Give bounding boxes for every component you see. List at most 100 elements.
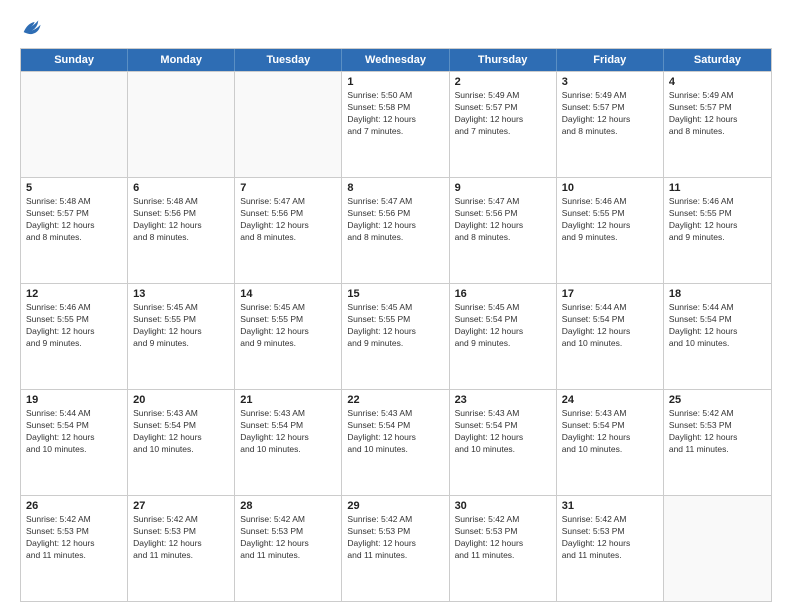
day-cell-5: 5 Sunrise: 5:48 AM Sunset: 5:57 PM Daylig… [21, 178, 128, 283]
day-info: Sunrise: 5:42 AM Sunset: 5:53 PM Dayligh… [455, 514, 551, 562]
day-info: Sunrise: 5:48 AM Sunset: 5:57 PM Dayligh… [26, 196, 122, 244]
day-info: Sunrise: 5:44 AM Sunset: 5:54 PM Dayligh… [669, 302, 766, 350]
day-info: Sunrise: 5:42 AM Sunset: 5:53 PM Dayligh… [347, 514, 443, 562]
day-cell-7: 7 Sunrise: 5:47 AM Sunset: 5:56 PM Daylig… [235, 178, 342, 283]
day-number: 4 [669, 76, 766, 88]
empty-cell-4-6 [664, 496, 771, 601]
day-cell-18: 18 Sunrise: 5:44 AM Sunset: 5:54 PM Dayli… [664, 284, 771, 389]
calendar-row-0: 1 Sunrise: 5:50 AM Sunset: 5:58 PM Daylig… [21, 71, 771, 177]
day-number: 18 [669, 288, 766, 300]
day-number: 9 [455, 182, 551, 194]
day-number: 28 [240, 500, 336, 512]
day-info: Sunrise: 5:43 AM Sunset: 5:54 PM Dayligh… [240, 408, 336, 456]
day-cell-20: 20 Sunrise: 5:43 AM Sunset: 5:54 PM Dayli… [128, 390, 235, 495]
day-info: Sunrise: 5:45 AM Sunset: 5:55 PM Dayligh… [347, 302, 443, 350]
day-info: Sunrise: 5:49 AM Sunset: 5:57 PM Dayligh… [669, 90, 766, 138]
day-info: Sunrise: 5:45 AM Sunset: 5:54 PM Dayligh… [455, 302, 551, 350]
day-info: Sunrise: 5:43 AM Sunset: 5:54 PM Dayligh… [133, 408, 229, 456]
day-cell-27: 27 Sunrise: 5:42 AM Sunset: 5:53 PM Dayli… [128, 496, 235, 601]
day-info: Sunrise: 5:45 AM Sunset: 5:55 PM Dayligh… [133, 302, 229, 350]
day-info: Sunrise: 5:46 AM Sunset: 5:55 PM Dayligh… [26, 302, 122, 350]
day-number: 25 [669, 394, 766, 406]
day-cell-17: 17 Sunrise: 5:44 AM Sunset: 5:54 PM Dayli… [557, 284, 664, 389]
day-info: Sunrise: 5:43 AM Sunset: 5:54 PM Dayligh… [347, 408, 443, 456]
day-cell-4: 4 Sunrise: 5:49 AM Sunset: 5:57 PM Daylig… [664, 72, 771, 177]
day-cell-2: 2Sunrise: 5:49 AM Sunset: 5:57 PM Daylig… [450, 72, 557, 177]
day-cell-19: 19 Sunrise: 5:44 AM Sunset: 5:54 PM Dayli… [21, 390, 128, 495]
empty-cell-0-0 [21, 72, 128, 177]
day-cell-6: 6Sunrise: 5:48 AM Sunset: 5:56 PM Daylig… [128, 178, 235, 283]
day-number: 30 [455, 500, 551, 512]
day-cell-8: 8 Sunrise: 5:47 AM Sunset: 5:56 PM Daylig… [342, 178, 449, 283]
day-number: 8 [347, 182, 443, 194]
day-cell-28: 28Sunrise: 5:42 AM Sunset: 5:53 PM Dayli… [235, 496, 342, 601]
day-number: 13 [133, 288, 229, 300]
calendar-row-1: 5 Sunrise: 5:48 AM Sunset: 5:57 PM Daylig… [21, 177, 771, 283]
day-cell-16: 16 Sunrise: 5:45 AM Sunset: 5:54 PM Dayli… [450, 284, 557, 389]
day-cell-9: 9 Sunrise: 5:47 AM Sunset: 5:56 PM Daylig… [450, 178, 557, 283]
header [20, 16, 772, 38]
day-info: Sunrise: 5:44 AM Sunset: 5:54 PM Dayligh… [26, 408, 122, 456]
day-number: 1 [347, 76, 443, 88]
day-number: 23 [455, 394, 551, 406]
day-cell-15: 15Sunrise: 5:45 AM Sunset: 5:55 PM Dayli… [342, 284, 449, 389]
day-info: Sunrise: 5:47 AM Sunset: 5:56 PM Dayligh… [240, 196, 336, 244]
day-info: Sunrise: 5:45 AM Sunset: 5:55 PM Dayligh… [240, 302, 336, 350]
day-cell-13: 13 Sunrise: 5:45 AM Sunset: 5:55 PM Dayli… [128, 284, 235, 389]
day-info: Sunrise: 5:42 AM Sunset: 5:53 PM Dayligh… [26, 514, 122, 562]
calendar-row-3: 19 Sunrise: 5:44 AM Sunset: 5:54 PM Dayli… [21, 389, 771, 495]
day-info: Sunrise: 5:49 AM Sunset: 5:57 PM Dayligh… [562, 90, 658, 138]
day-cell-26: 26 Sunrise: 5:42 AM Sunset: 5:53 PM Dayli… [21, 496, 128, 601]
day-number: 7 [240, 182, 336, 194]
day-number: 17 [562, 288, 658, 300]
day-number: 16 [455, 288, 551, 300]
day-number: 20 [133, 394, 229, 406]
header-day-monday: Monday [128, 49, 235, 71]
day-info: Sunrise: 5:50 AM Sunset: 5:58 PM Dayligh… [347, 90, 443, 138]
day-info: Sunrise: 5:47 AM Sunset: 5:56 PM Dayligh… [455, 196, 551, 244]
header-day-saturday: Saturday [664, 49, 771, 71]
day-cell-11: 11 Sunrise: 5:46 AM Sunset: 5:55 PM Dayli… [664, 178, 771, 283]
day-number: 3 [562, 76, 658, 88]
header-day-friday: Friday [557, 49, 664, 71]
day-info: Sunrise: 5:44 AM Sunset: 5:54 PM Dayligh… [562, 302, 658, 350]
day-cell-30: 30 Sunrise: 5:42 AM Sunset: 5:53 PM Dayli… [450, 496, 557, 601]
day-number: 21 [240, 394, 336, 406]
empty-cell-0-1 [128, 72, 235, 177]
day-cell-3: 3 Sunrise: 5:49 AM Sunset: 5:57 PM Daylig… [557, 72, 664, 177]
day-cell-23: 23 Sunrise: 5:43 AM Sunset: 5:54 PM Dayli… [450, 390, 557, 495]
day-info: Sunrise: 5:43 AM Sunset: 5:54 PM Dayligh… [455, 408, 551, 456]
day-info: Sunrise: 5:46 AM Sunset: 5:55 PM Dayligh… [669, 196, 766, 244]
day-cell-10: 10 Sunrise: 5:46 AM Sunset: 5:55 PM Dayli… [557, 178, 664, 283]
day-cell-21: 21 Sunrise: 5:43 AM Sunset: 5:54 PM Dayli… [235, 390, 342, 495]
day-cell-12: 12Sunrise: 5:46 AM Sunset: 5:55 PM Dayli… [21, 284, 128, 389]
header-day-wednesday: Wednesday [342, 49, 449, 71]
day-number: 6 [133, 182, 229, 194]
day-info: Sunrise: 5:49 AM Sunset: 5:57 PM Dayligh… [455, 90, 551, 138]
day-number: 29 [347, 500, 443, 512]
day-info: Sunrise: 5:42 AM Sunset: 5:53 PM Dayligh… [562, 514, 658, 562]
day-info: Sunrise: 5:47 AM Sunset: 5:56 PM Dayligh… [347, 196, 443, 244]
day-number: 19 [26, 394, 122, 406]
day-number: 22 [347, 394, 443, 406]
day-cell-24: 24Sunrise: 5:43 AM Sunset: 5:54 PM Dayli… [557, 390, 664, 495]
day-info: Sunrise: 5:42 AM Sunset: 5:53 PM Dayligh… [133, 514, 229, 562]
day-cell-1: 1 Sunrise: 5:50 AM Sunset: 5:58 PM Daylig… [342, 72, 449, 177]
calendar: SundayMondayTuesdayWednesdayThursdayFrid… [20, 48, 772, 602]
calendar-body: 1 Sunrise: 5:50 AM Sunset: 5:58 PM Daylig… [21, 71, 771, 601]
day-number: 10 [562, 182, 658, 194]
day-cell-25: 25Sunrise: 5:42 AM Sunset: 5:53 PM Dayli… [664, 390, 771, 495]
calendar-row-4: 26 Sunrise: 5:42 AM Sunset: 5:53 PM Dayli… [21, 495, 771, 601]
day-info: Sunrise: 5:46 AM Sunset: 5:55 PM Dayligh… [562, 196, 658, 244]
header-day-thursday: Thursday [450, 49, 557, 71]
calendar-header: SundayMondayTuesdayWednesdayThursdayFrid… [21, 49, 771, 71]
day-cell-14: 14Sunrise: 5:45 AM Sunset: 5:55 PM Dayli… [235, 284, 342, 389]
day-number: 24 [562, 394, 658, 406]
day-number: 26 [26, 500, 122, 512]
day-number: 27 [133, 500, 229, 512]
day-number: 11 [669, 182, 766, 194]
day-number: 5 [26, 182, 122, 194]
header-day-tuesday: Tuesday [235, 49, 342, 71]
calendar-row-2: 12Sunrise: 5:46 AM Sunset: 5:55 PM Dayli… [21, 283, 771, 389]
day-cell-29: 29 Sunrise: 5:42 AM Sunset: 5:53 PM Dayli… [342, 496, 449, 601]
